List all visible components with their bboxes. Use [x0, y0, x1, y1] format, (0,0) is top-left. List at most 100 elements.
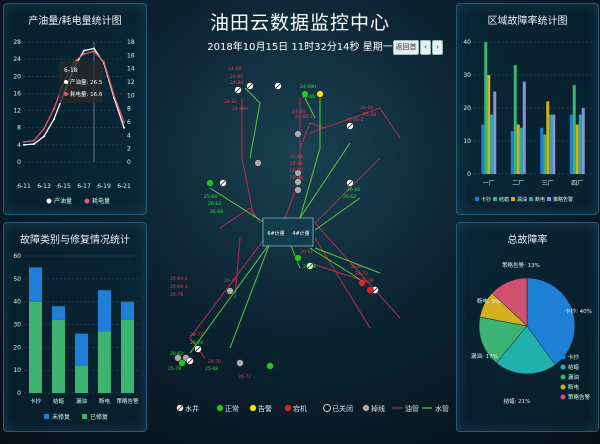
- bar-漏油: [516, 124, 520, 174]
- well-label: 26-60: [347, 187, 360, 193]
- x-tick-label: 结蜡: [53, 397, 65, 405]
- legend-label: 水管: [435, 404, 449, 413]
- x-tick-label: 四厂: [571, 180, 583, 187]
- legend-label: 正常: [225, 404, 239, 413]
- bar-已修复: [52, 319, 65, 393]
- well-label: 26-68: [290, 154, 303, 160]
- legend-label: 告警: [258, 404, 272, 413]
- y-left-tick-label: 16: [13, 90, 21, 97]
- data-point: [23, 143, 25, 146]
- oil-pipe: [189, 237, 266, 359]
- bar-策略告警: [581, 108, 585, 174]
- legend-label: 策略告警: [553, 196, 573, 203]
- region-fault-panel: 区域故障率统计图 0 10 20 30 40 一厂 二厂 三厂 四厂 卡抄 结蜡 漏油 断电 策略告警: [456, 3, 599, 215]
- bar-漏油: [546, 101, 550, 174]
- x-tick-label: 二厂: [512, 180, 524, 187]
- oil-pipe: [314, 222, 401, 319]
- y-right-tick-label: 0: [127, 159, 131, 166]
- well-label: 28-84: [290, 175, 303, 181]
- data-point: [23, 141, 25, 143]
- well-label: 26-74: [224, 278, 237, 284]
- production-panel: 产油量/耗电量统计图 0 4 8 12 16 20 24 28 0 2 4 6 8 10 12 14 16 18 6…: [3, 3, 147, 215]
- legend-icon-已关闭: [323, 404, 331, 412]
- legend-label: 断电: [568, 383, 580, 391]
- legend-marker: [511, 197, 515, 201]
- legend-label: 耗电量: [92, 197, 110, 205]
- y-tick-label: 60: [13, 253, 21, 260]
- bar-已修复: [121, 319, 134, 393]
- legend-label: 水井: [185, 404, 199, 413]
- production-chart: 04812162024280246810121416186-11 6-13 6-15…: [13, 39, 135, 205]
- data-point: [33, 139, 35, 142]
- tooltip-oil-dot: [64, 80, 68, 84]
- well-label: 28-62: [170, 351, 183, 357]
- legend-marker: [529, 197, 533, 201]
- well-label: 26-60-2: [170, 276, 188, 282]
- legend-marker: [560, 394, 566, 400]
- y-tick-label: 10: [13, 367, 21, 374]
- well-marker-ok: [206, 179, 214, 187]
- well-label: 26-72: [290, 168, 303, 174]
- legend-icon-掉线: [362, 404, 370, 412]
- well-label: 24-86: [230, 80, 243, 86]
- y-right-tick-label: 12: [127, 79, 135, 86]
- bar-断电: [490, 114, 494, 174]
- y-tick-label: 50: [13, 276, 21, 283]
- legend-label: 掉线: [371, 404, 385, 413]
- y-right-tick-label: 10: [127, 92, 135, 99]
- total-fault-chart: 卡抄: 40% 结蜡: 21% 漏油: 17% 断电: 9% 策略告警: 13% 卡抄结蜡…: [471, 261, 592, 405]
- legend-label: 已关闭: [332, 404, 353, 413]
- y-left-tick-label: 8: [17, 125, 21, 132]
- bar-已修复: [75, 365, 88, 393]
- y-tick-label: 20: [463, 105, 471, 112]
- well-label: 24-60: [290, 161, 303, 167]
- bar-策略告警: [493, 91, 497, 174]
- fault-type-panel: 故障类别与修复情况统计 0 10 20 30 40 50 60 卡抄 结蜡 漏油 断电 策略告警 未修复…: [3, 222, 147, 432]
- well-marker-closed: [294, 186, 302, 194]
- y-left-tick-label: 12: [13, 108, 21, 115]
- legend-icon-宕机: [284, 404, 292, 412]
- legend-marker: [560, 384, 566, 390]
- x-tick-label: 一厂: [483, 180, 495, 187]
- well-label: 24-68: [228, 66, 241, 72]
- legend-label: 已修复: [90, 413, 108, 421]
- data-point: [103, 61, 105, 63]
- y-right-tick-label: 6: [127, 119, 131, 126]
- well-label: 25-78: [168, 366, 181, 372]
- prev-button[interactable]: ‹: [420, 40, 431, 55]
- well-label: 26-76: [170, 292, 183, 298]
- well-label: 25-68: [303, 264, 316, 270]
- data-point: [83, 53, 85, 55]
- legend-marker: [493, 197, 497, 201]
- tooltip-date: 6-18: [64, 67, 78, 74]
- x-tick-label: 6-19: [97, 183, 111, 190]
- legend-marker: [44, 414, 49, 419]
- legend-marker: [560, 374, 566, 380]
- y-tick-label: 10: [463, 138, 471, 145]
- legend-label: 未修复: [52, 413, 70, 421]
- bar-策略告警: [522, 81, 526, 174]
- oil-pipe: [234, 237, 241, 299]
- legend-label: 断电: [535, 196, 545, 203]
- x-tick-label: 6-13: [37, 183, 51, 190]
- next-button[interactable]: ›: [432, 40, 443, 55]
- y-left-tick-label: 0: [17, 159, 21, 166]
- legend-label: 产油量: [54, 197, 72, 205]
- bar-卡抄: [540, 127, 544, 174]
- tooltip-power-dot: [64, 92, 68, 96]
- y-right-tick-label: 2: [127, 146, 131, 153]
- y-tick-label: 30: [13, 322, 21, 329]
- y-right-tick-label: 8: [127, 106, 131, 113]
- metering-label: 6#计量: [267, 230, 284, 237]
- well-label: 25-68: [363, 112, 376, 118]
- return-home-button[interactable]: 返回首: [393, 40, 419, 55]
- well-label: 28-76: [190, 340, 203, 346]
- well-marker-closed: [236, 359, 244, 367]
- pie-label: 卡抄: 40%: [565, 307, 592, 315]
- bar-已修复: [98, 331, 111, 393]
- well-label: 26-62: [343, 194, 356, 200]
- water-pipe: [244, 87, 261, 159]
- bar-策略告警: [552, 114, 556, 174]
- bar-结蜡: [484, 42, 488, 174]
- oil-pipe: [299, 122, 326, 149]
